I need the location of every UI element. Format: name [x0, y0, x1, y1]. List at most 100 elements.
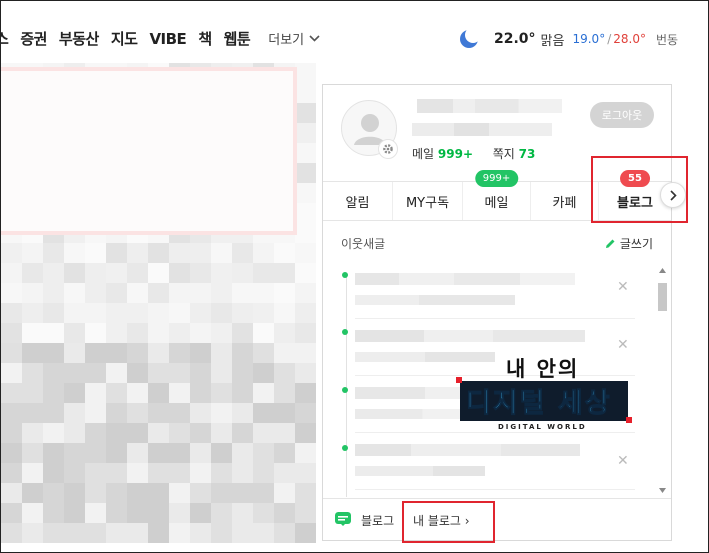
mosaic-cell	[127, 343, 148, 363]
mosaic-cell	[295, 243, 316, 263]
mosaic-cell	[274, 343, 295, 363]
timeline-dot	[342, 445, 348, 451]
panel-footer: 블로그 내 블로그 ›	[323, 498, 671, 540]
location-change-label[interactable]: 번동	[656, 31, 678, 48]
close-icon[interactable]: ✕	[617, 453, 629, 469]
mosaic-cell	[1, 383, 22, 403]
mosaic-cell	[211, 303, 232, 323]
mosaic-cell	[1, 403, 22, 423]
more-menu-button[interactable]: 더보기	[268, 29, 320, 48]
mosaic-cell	[148, 463, 169, 483]
mosaic-cell	[274, 283, 295, 303]
mosaic-cell	[43, 343, 64, 363]
blurred-post-author	[355, 295, 515, 305]
note-count[interactable]: 73	[519, 147, 536, 161]
nav-item-webtoon[interactable]: 웹툰	[224, 28, 251, 49]
nav-item-book[interactable]: 책	[198, 28, 212, 49]
feed-scrollbar[interactable]	[656, 265, 669, 497]
mosaic-cell	[85, 343, 106, 363]
blurred-post-title	[355, 444, 580, 456]
tab-blog[interactable]: 55 블로그	[599, 170, 671, 220]
logout-button[interactable]: 로그아웃	[590, 102, 654, 128]
mosaic-cell	[106, 523, 127, 543]
mosaic-cell	[232, 343, 253, 363]
mosaic-cell	[64, 483, 85, 503]
mosaic-cell	[22, 483, 43, 503]
tab-alerts[interactable]: 알림	[323, 182, 393, 220]
high-temperature: 28.0°	[613, 32, 646, 46]
nav-item-vibe[interactable]: VIBE	[149, 30, 186, 48]
temperature-separator: /	[607, 32, 612, 46]
scroll-up-icon[interactable]	[658, 267, 667, 274]
mosaic-cell	[169, 423, 190, 443]
mosaic-cell	[64, 403, 85, 423]
list-item[interactable]	[355, 436, 635, 490]
mosaic-cell	[253, 463, 274, 483]
blog-service-label[interactable]: 블로그	[361, 512, 394, 529]
tabs-next-button[interactable]	[660, 182, 686, 208]
mosaic-cell	[106, 263, 127, 283]
mosaic-cell	[22, 403, 43, 423]
scrollbar-thumb[interactable]	[658, 283, 667, 311]
mosaic-cell	[295, 183, 316, 203]
mosaic-cell	[211, 523, 232, 543]
mail-label[interactable]: 메일	[412, 147, 434, 161]
close-icon[interactable]: ✕	[617, 279, 629, 295]
nav-item-map[interactable]: 지도	[111, 28, 138, 49]
mosaic-cell	[148, 443, 169, 463]
nav-item-realestate[interactable]: 부동산	[59, 28, 99, 49]
mosaic-cell	[85, 323, 106, 343]
tab-my-subscription[interactable]: MY구독	[393, 182, 463, 220]
mosaic-cell	[295, 123, 316, 143]
mosaic-cell	[274, 363, 295, 383]
profile-settings-button[interactable]	[378, 139, 398, 159]
scroll-down-icon[interactable]	[658, 487, 667, 494]
mosaic-cell	[211, 503, 232, 523]
mosaic-cell	[22, 363, 43, 383]
mosaic-cell	[127, 483, 148, 503]
mosaic-cell	[85, 483, 106, 503]
weather-widget[interactable]: 22.0° 맑음 19.0° / 28.0° 번동	[458, 28, 678, 50]
screenshot-frame: 스 증권 부동산 지도 VIBE 책 웹툰 더보기 22.0° 맑음 19.0°…	[0, 0, 709, 553]
mosaic-cell	[106, 443, 127, 463]
note-label[interactable]: 쪽지	[493, 147, 515, 161]
mosaic-cell	[64, 263, 85, 283]
mosaic-cell	[22, 523, 43, 543]
mosaic-cell	[1, 323, 22, 343]
mosaic-cell	[190, 363, 211, 383]
tab-mail[interactable]: 999+ 메일	[463, 170, 531, 220]
mosaic-cell	[253, 303, 274, 323]
mosaic-cell	[253, 323, 274, 343]
write-post-label: 글쓰기	[619, 237, 653, 251]
close-icon[interactable]: ✕	[617, 337, 629, 353]
mosaic-cell	[1, 263, 22, 283]
mosaic-cell	[274, 523, 295, 543]
mosaic-cell	[232, 283, 253, 303]
write-post-button[interactable]: 글쓰기	[605, 235, 653, 252]
mosaic-cell	[190, 283, 211, 303]
list-item[interactable]	[355, 265, 635, 319]
tab-cafe[interactable]: 카페	[531, 182, 599, 220]
nav-item-news[interactable]: 스	[1, 28, 9, 49]
nav-item-stock[interactable]: 증권	[20, 28, 47, 49]
mosaic-cell	[85, 303, 106, 323]
mosaic-cell	[85, 423, 106, 443]
mosaic-cell	[43, 303, 64, 323]
mosaic-cell	[127, 283, 148, 303]
mosaic-cell	[295, 443, 316, 463]
mosaic-cell	[232, 403, 253, 423]
mosaic-cell	[232, 243, 253, 263]
mosaic-cell	[106, 243, 127, 263]
mosaic-cell	[43, 403, 64, 423]
mosaic-cell	[22, 283, 43, 303]
mosaic-cell	[1, 243, 22, 263]
mosaic-cell	[190, 403, 211, 423]
my-blog-link[interactable]: 내 블로그 ›	[413, 512, 470, 529]
mosaic-cell	[64, 303, 85, 323]
blog-icon	[335, 512, 351, 526]
mosaic-cell	[211, 243, 232, 263]
mosaic-cell	[85, 403, 106, 423]
mail-count[interactable]: 999+	[438, 147, 473, 161]
mosaic-cell	[232, 363, 253, 383]
mosaic-cell	[85, 283, 106, 303]
